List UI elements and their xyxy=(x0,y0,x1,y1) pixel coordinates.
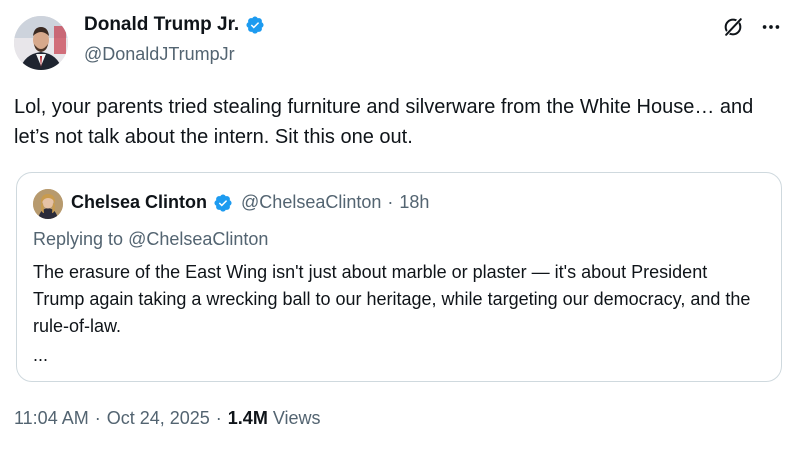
tweet: Donald Trump Jr. @DonaldJTrumpJr Lol, yo… xyxy=(0,0,800,455)
replying-to-mention[interactable]: @ChelseaClinton xyxy=(128,229,268,249)
tweet-time[interactable]: 11:04 AM xyxy=(14,408,89,429)
quoted-display-name[interactable]: Chelsea Clinton xyxy=(71,192,207,213)
verified-badge-icon[interactable] xyxy=(245,15,265,35)
replying-to-prefix: Replying to xyxy=(33,229,124,249)
quoted-header: Chelsea Clinton @ChelseaClinton · 18h xyxy=(71,192,429,213)
meta-separator: · xyxy=(94,408,101,428)
grok-icon[interactable] xyxy=(722,16,744,38)
quoted-ellipsis: ... xyxy=(33,345,49,365)
quoted-author-avatar[interactable] xyxy=(33,189,63,219)
verified-badge-icon[interactable] xyxy=(213,193,233,213)
quoted-handle[interactable]: @ChelseaClinton xyxy=(241,192,381,213)
views-count: 1.4M xyxy=(227,408,268,428)
quoted-text: The erasure of the East Wing isn't just … xyxy=(33,262,751,336)
quoted-separator: · xyxy=(387,192,394,212)
author-avatar[interactable] xyxy=(14,16,68,70)
replying-to-line: Replying to @ChelseaClinton xyxy=(33,229,268,250)
author-display-name[interactable]: Donald Trump Jr. xyxy=(84,14,239,36)
more-options-icon[interactable] xyxy=(760,16,782,38)
tweet-meta: 11:04 AM · Oct 24, 2025 · 1.4M Views xyxy=(14,408,321,429)
tweet-date[interactable]: Oct 24, 2025 xyxy=(107,408,210,429)
author-avatar-image xyxy=(14,16,68,70)
author-handle[interactable]: @DonaldJTrumpJr xyxy=(84,44,235,65)
views-label: Views xyxy=(272,408,321,428)
meta-separator: · xyxy=(215,408,222,428)
tweet-text: Lol, your parents tried stealing furnitu… xyxy=(14,96,754,148)
author-name-row: Donald Trump Jr. xyxy=(84,14,265,36)
quoted-tweet[interactable]: Chelsea Clinton @ChelseaClinton · 18h Re… xyxy=(16,172,782,382)
quoted-author-avatar-image xyxy=(33,189,63,219)
views[interactable]: 1.4M Views xyxy=(228,408,321,429)
quoted-timestamp[interactable]: 18h xyxy=(399,192,429,213)
